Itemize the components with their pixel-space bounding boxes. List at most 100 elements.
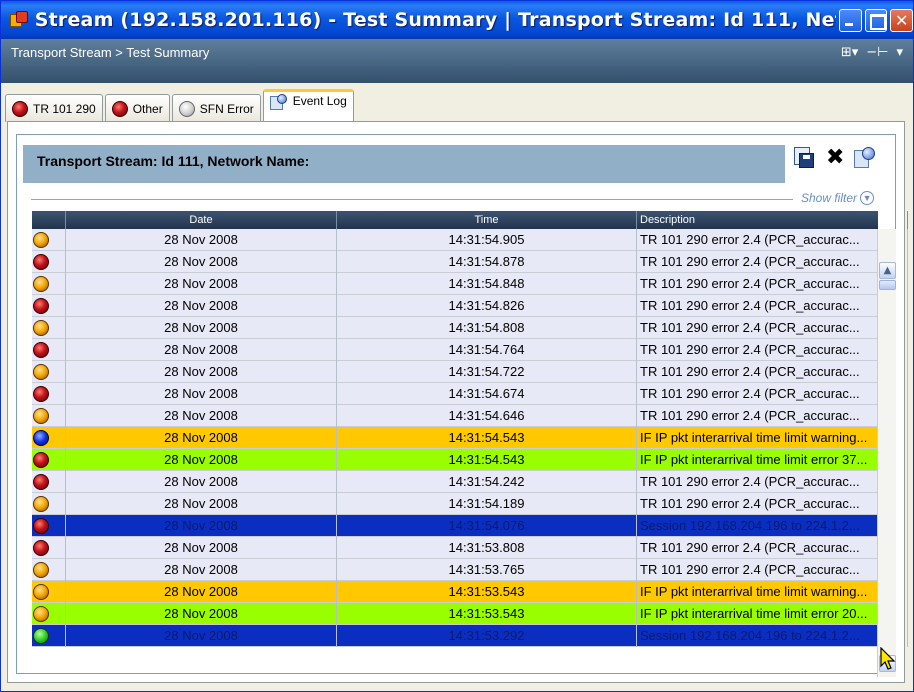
stream-id: 111: [177, 153, 200, 169]
description-cell: IF IP pkt interarrival time limit error …: [637, 448, 908, 471]
date-cell: 28 Nov 2008: [66, 404, 337, 427]
date-cell: 28 Nov 2008: [66, 624, 337, 647]
tab-strip: TR 101 290 Other SFN Error Event Log: [5, 89, 356, 122]
status-cell: [32, 316, 66, 339]
table-row[interactable]: 28 Nov 2008 14:31:53.808 TR 101 290 error …: [32, 536, 908, 559]
tab-tr101290[interactable]: TR 101 290: [5, 94, 103, 122]
status-cell: [32, 492, 66, 515]
table-row[interactable]: 28 Nov 2008 14:31:54.808 TR 101 290 error …: [32, 316, 908, 339]
date-cell: 28 Nov 2008: [66, 228, 337, 251]
table-row[interactable]: 28 Nov 2008 14:31:53.543 IF IP pkt interar…: [32, 580, 908, 603]
minimize-button[interactable]: [838, 8, 862, 32]
status-red-icon: [33, 297, 49, 314]
status-blue-icon: [33, 429, 49, 446]
date-cell: 28 Nov 2008: [66, 294, 337, 317]
status-column-header[interactable]: [32, 211, 66, 229]
stream-title: Transport Stream: Id 111, Network Name:: [37, 153, 309, 169]
vertical-scrollbar[interactable]: ▲: [877, 229, 896, 677]
close-x-icon[interactable]: ✖: [826, 147, 844, 169]
status-cell: [32, 338, 66, 361]
table-row[interactable]: 28 Nov 2008 14:31:54.076 Session 192.168.2…: [32, 514, 908, 537]
time-cell: 14:31:54.674: [337, 382, 637, 405]
grid-layout-icon[interactable]: ⊞▾: [841, 45, 858, 60]
table-row[interactable]: 28 Nov 2008 14:31:54.826 TR 101 290 error …: [32, 294, 908, 317]
table-row[interactable]: 28 Nov 2008 14:31:54.905 TR 101 290 error …: [32, 228, 908, 251]
status-cell: [32, 360, 66, 383]
event-log-icon[interactable]: [854, 147, 876, 169]
table-row[interactable]: 28 Nov 2008 14:31:54.543 IF IP pkt interar…: [32, 426, 908, 449]
date-cell: 28 Nov 2008: [66, 448, 337, 471]
table-row[interactable]: 28 Nov 2008 14:31:54.722 TR 101 290 error …: [32, 360, 908, 383]
status-cell: [32, 250, 66, 273]
time-cell: 14:31:53.543: [337, 580, 637, 603]
tab-label: Event Log: [292, 94, 347, 108]
date-cell: 28 Nov 2008: [66, 580, 337, 603]
table-row[interactable]: 28 Nov 2008 14:31:54.189 TR 101 290 error …: [32, 492, 908, 515]
show-filter-toggle[interactable]: Show filter ▼: [801, 191, 875, 205]
status-red-icon: [33, 341, 49, 358]
status-orange-icon: [33, 363, 49, 380]
status-green-icon: [33, 627, 49, 644]
tab-label: SFN Error: [199, 101, 254, 116]
tab-sfn-error[interactable]: SFN Error: [171, 94, 261, 122]
status-orange-icon: [33, 495, 49, 512]
title-bar[interactable]: Stream (192.158.201.116) - Test Summary …: [1, 1, 913, 39]
time-cell: 14:31:54.242: [337, 470, 637, 493]
table-row[interactable]: 28 Nov 2008 14:31:54.646 TR 101 290 error …: [32, 404, 908, 427]
filter-divider: [31, 199, 793, 200]
maximize-button[interactable]: [864, 8, 888, 32]
time-cell: 14:31:54.848: [337, 272, 637, 295]
chevron-down-icon[interactable]: ▾: [896, 45, 903, 60]
pin-icon[interactable]: −⊢: [866, 45, 888, 60]
description-cell: TR 101 290 error 2.4 (PCR_accurac...: [637, 536, 908, 559]
table-row[interactable]: 28 Nov 2008 14:31:54.674 TR 101 290 error …: [32, 382, 908, 405]
table-row[interactable]: 28 Nov 2008 14:31:53.765 TR 101 290 error …: [32, 558, 908, 581]
description-cell: TR 101 290 error 2.4 (PCR_accurac...: [637, 272, 908, 295]
tab-event-log[interactable]: Event Log: [262, 89, 354, 122]
app-window: Stream (192.158.201.116) - Test Summary …: [0, 0, 914, 692]
time-cell: 14:31:54.646: [337, 404, 637, 427]
status-orange-icon: [33, 605, 49, 622]
time-column-header[interactable]: Time: [337, 211, 637, 229]
table-row[interactable]: 28 Nov 2008 14:31:53.292 Session 192.168.2…: [32, 624, 908, 647]
table-row[interactable]: 28 Nov 2008 14:31:54.543 IF IP pkt interar…: [32, 448, 908, 471]
scroll-up-button[interactable]: ▲: [879, 262, 896, 279]
status-orange-icon: [33, 583, 49, 600]
date-cell: 28 Nov 2008: [66, 602, 337, 625]
breadcrumb: Transport Stream > Test Summary: [11, 45, 210, 60]
status-cell: [32, 580, 66, 603]
description-column-header[interactable]: Description: [637, 211, 908, 229]
description-cell: TR 101 290 error 2.4 (PCR_accurac...: [637, 250, 908, 273]
tab-other[interactable]: Other: [104, 94, 170, 122]
status-orange-icon: [33, 275, 49, 292]
scroll-thumb[interactable]: [879, 280, 896, 290]
status-cell: [32, 272, 66, 295]
date-column-header[interactable]: Date: [66, 211, 337, 229]
date-cell: 28 Nov 2008: [66, 338, 337, 361]
status-red-icon: [33, 451, 49, 468]
table-row[interactable]: 28 Nov 2008 14:31:54.764 TR 101 290 error …: [32, 338, 908, 361]
table-row[interactable]: 28 Nov 2008 14:31:54.878 TR 101 290 error …: [32, 250, 908, 273]
status-cell: [32, 558, 66, 581]
show-filter-label: Show filter: [801, 191, 858, 205]
description-cell: TR 101 290 error 2.4 (PCR_accurac...: [637, 470, 908, 493]
status-red-icon: [33, 539, 49, 556]
event-log-icon: [269, 94, 288, 110]
status-cell: [32, 536, 66, 559]
time-cell: 14:31:54.878: [337, 250, 637, 273]
table-row[interactable]: 28 Nov 2008 14:31:53.543 IF IP pkt interar…: [32, 602, 908, 625]
save-icon[interactable]: [794, 147, 816, 169]
status-orange-icon: [33, 231, 49, 248]
stream-title-prefix: Transport Stream: Id: [37, 153, 178, 169]
table-row[interactable]: 28 Nov 2008 14:31:54.242 TR 101 290 error …: [32, 470, 908, 493]
description-cell: Session 192.168.204.196 to 224.1.2...: [637, 624, 908, 647]
header-toolbar: ✖: [794, 147, 876, 169]
description-cell: IF IP pkt interarrival time limit warnin…: [637, 426, 908, 449]
status-red-icon: [33, 517, 49, 534]
status-red-icon: [33, 473, 49, 490]
table-row[interactable]: 28 Nov 2008 14:31:54.848 TR 101 290 error …: [32, 272, 908, 295]
table-body: 28 Nov 2008 14:31:54.905 TR 101 290 error …: [32, 228, 908, 647]
status-orange-icon: [33, 561, 49, 578]
close-button[interactable]: ✕: [890, 8, 913, 32]
time-cell: 14:31:54.189: [337, 492, 637, 515]
